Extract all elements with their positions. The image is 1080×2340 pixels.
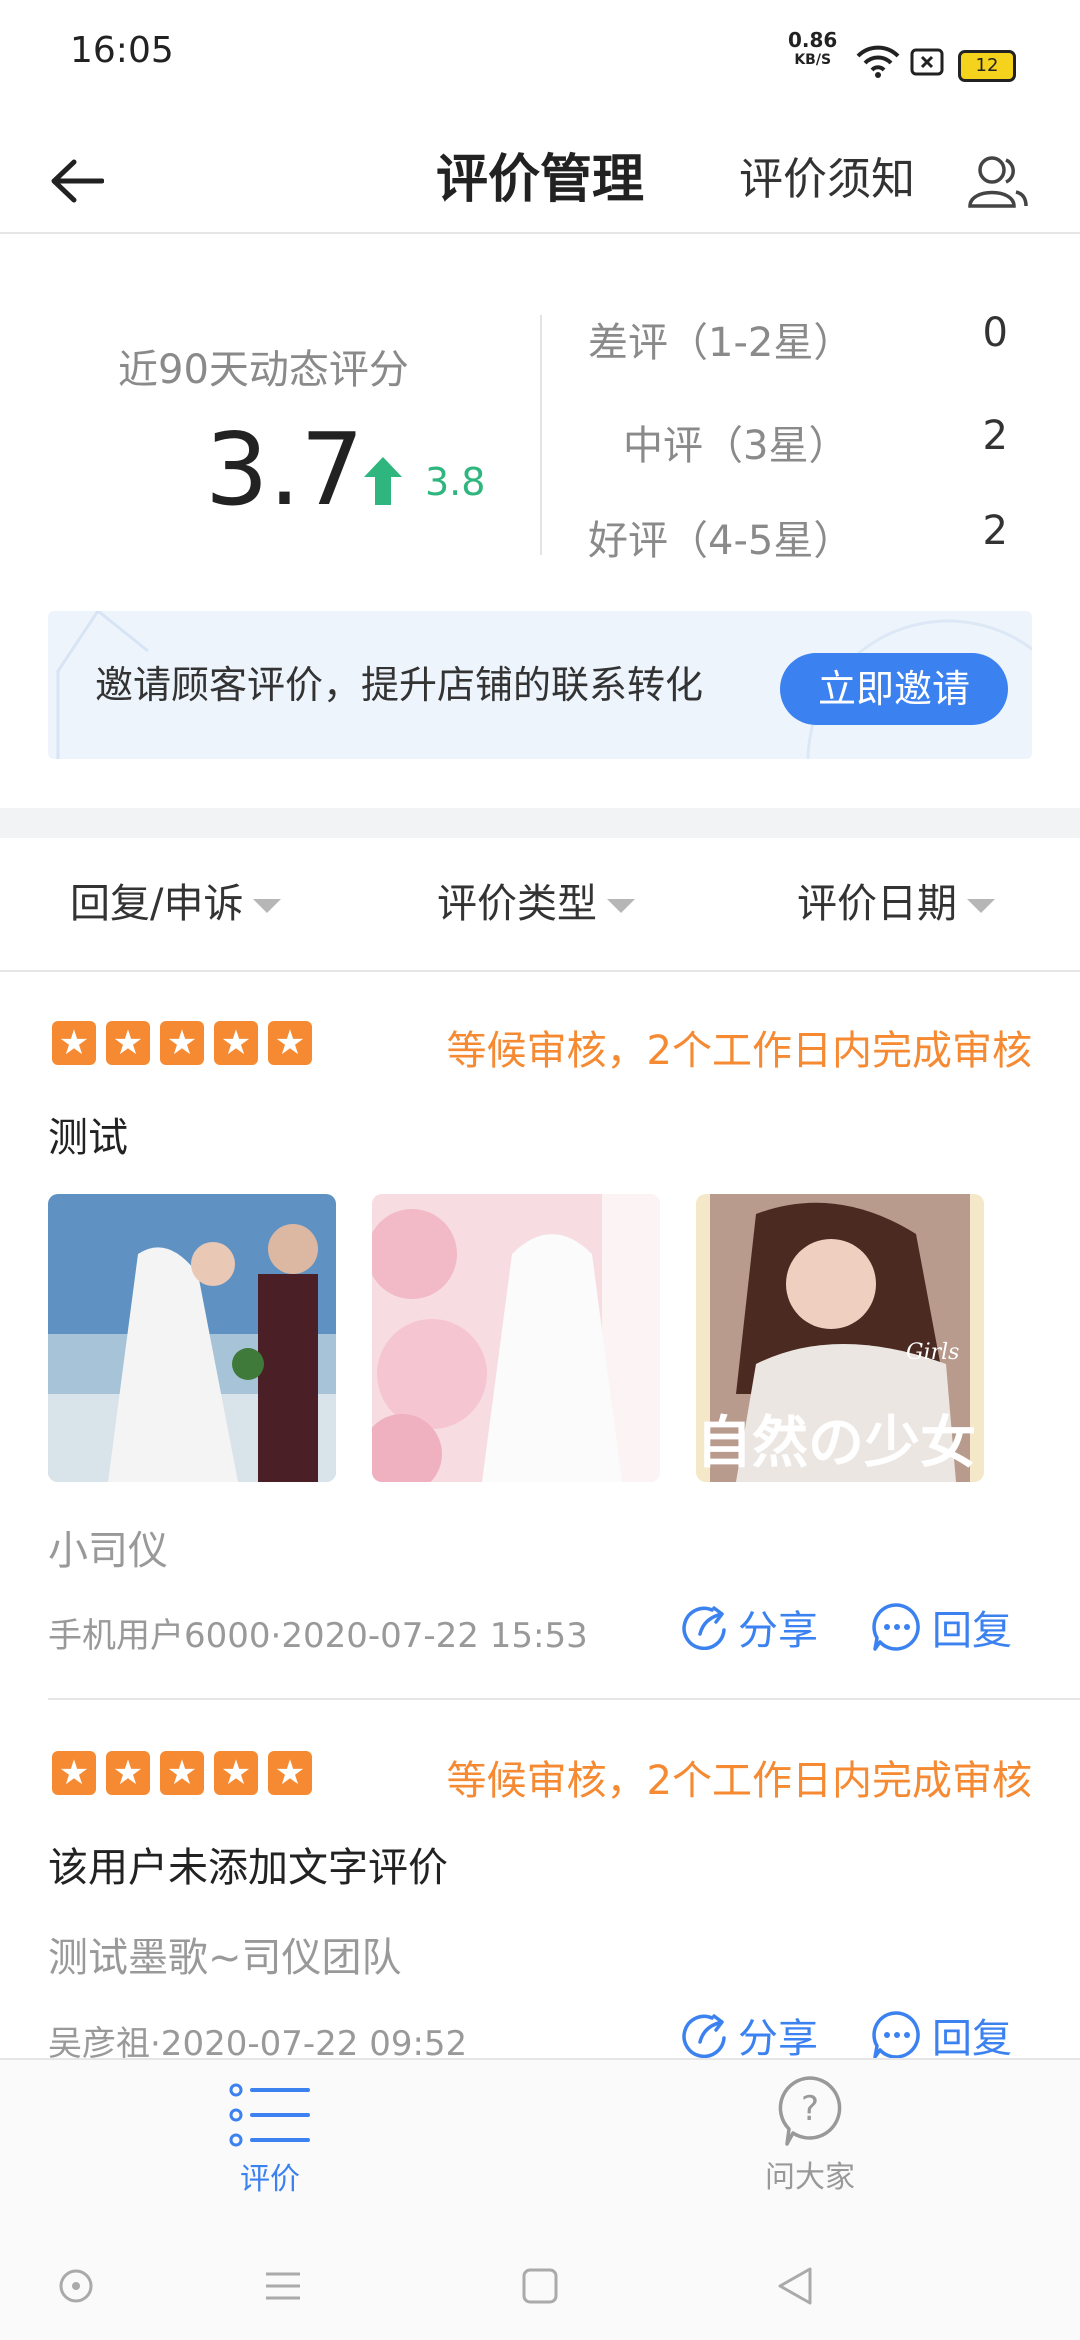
star-icon: ★: [268, 1751, 312, 1795]
battery-level: 12: [975, 55, 999, 76]
invite-banner: 邀请顾客评价，提升店铺的联系转化 立即邀请: [48, 611, 1032, 759]
wifi-icon: [856, 45, 900, 78]
review-meta: 手机用户6000·2020-07-22 15:53: [48, 1616, 588, 1656]
review-photo[interactable]: [48, 1194, 336, 1482]
rating-row-bad: 差评（1-2星） 0: [588, 310, 1008, 368]
share-icon: [682, 2014, 726, 2058]
star-icon: ★: [52, 1751, 96, 1795]
filter-reply-appeal[interactable]: 回复/申诉: [70, 838, 282, 970]
menu-icon[interactable]: [264, 2270, 302, 2302]
review-notice-link[interactable]: 评价须知: [739, 130, 915, 230]
caret-down-icon: [607, 899, 635, 913]
rating-count: 2: [982, 413, 1008, 459]
star-icon: ★: [214, 1751, 258, 1795]
review-store: 测试墨歌~司仪团队: [48, 1935, 402, 1981]
nav-item-ask-everyone[interactable]: ? 问大家: [710, 2060, 910, 2196]
review-photo[interactable]: Girls 自然の少女: [696, 1194, 984, 1482]
header: 评价管理 评价须知: [0, 130, 1080, 234]
rating-label: 中评（3星）: [623, 423, 849, 469]
section-gap: [0, 808, 1080, 838]
nav-item-reviews[interactable]: 评价: [170, 2060, 370, 2198]
reply-button[interactable]: 回复: [872, 2006, 1012, 2064]
review-store: 小司仪: [48, 1528, 168, 1574]
filter-label: 评价类型: [437, 881, 597, 927]
share-label: 分享: [738, 1608, 818, 1654]
score-label: 近90天动态评分: [118, 347, 409, 393]
assistant-icon[interactable]: [58, 2268, 94, 2304]
photo-overlay-text: 自然の少女: [696, 1410, 976, 1476]
filter-label: 评价日期: [797, 881, 957, 927]
star-icon: ★: [268, 1021, 312, 1065]
review-stars: ★ ★ ★ ★ ★: [52, 1021, 312, 1065]
bride-flowers-photo: [372, 1194, 660, 1482]
chat-bubble-icon: [872, 2011, 920, 2059]
filter-review-date[interactable]: 评价日期: [797, 838, 995, 970]
invite-now-button[interactable]: 立即邀请: [780, 653, 1008, 725]
star-icon: ★: [106, 1021, 150, 1065]
score-previous: 3.8: [425, 460, 486, 504]
filter-review-type[interactable]: 评价类型: [437, 838, 635, 970]
star-icon: ★: [106, 1751, 150, 1795]
nav-label: 评价: [240, 2162, 300, 2197]
review-stars: ★ ★ ★ ★ ★: [52, 1751, 312, 1795]
review-content: 测试: [48, 1115, 128, 1161]
banner-text: 邀请顾客评价，提升店铺的联系转化: [95, 663, 704, 707]
net-speed-unit: KB/S: [794, 52, 832, 68]
nav-label: 问大家: [765, 2160, 855, 2195]
wedding-beach-photo: [48, 1194, 336, 1482]
share-label: 分享: [738, 2016, 818, 2062]
bottom-nav: 评价 ? 问大家: [0, 2058, 1080, 2230]
users-icon[interactable]: [966, 154, 1030, 210]
rating-label: 好评（4-5星）: [588, 518, 854, 564]
battery-icon: 12: [958, 50, 1016, 82]
list-icon: [229, 2083, 310, 2147]
net-speed: 0.86 KB/S: [788, 30, 837, 70]
reply-label: 回复: [932, 1608, 1012, 1654]
caret-down-icon: [253, 899, 282, 913]
rating-label: 差评（1-2星）: [588, 320, 854, 366]
star-icon: ★: [160, 1021, 204, 1065]
star-icon: ★: [214, 1021, 258, 1065]
review-photo[interactable]: [372, 1194, 660, 1482]
question-icon: ?: [778, 2076, 842, 2146]
home-icon[interactable]: [522, 2268, 558, 2304]
rating-row-medium: 中评（3星） 2: [623, 413, 1008, 471]
status-bar: 16:05 0.86 KB/S 12: [0, 0, 1080, 130]
share-button[interactable]: 分享: [682, 2006, 818, 2064]
status-time: 16:05: [70, 30, 174, 71]
caret-down-icon: [967, 899, 995, 913]
score-divider: [540, 315, 542, 555]
sim-icon: [910, 48, 944, 76]
chat-bubble-icon: [872, 1603, 920, 1651]
score-value: 3.7: [205, 411, 365, 528]
review-content: 该用户未添加文字评价: [48, 1845, 448, 1891]
star-icon: ★: [52, 1021, 96, 1065]
trend-up-arrow-icon: [364, 457, 402, 505]
girl-portrait-photo: Girls 自然の少女: [696, 1194, 984, 1482]
filter-bar: 回复/申诉 评价类型 评价日期: [0, 838, 1080, 972]
page-title: 评价管理: [435, 150, 644, 210]
review-status: 等候审核，2个工作日内完成审核: [446, 1028, 1032, 1074]
rating-count: 0: [982, 310, 1008, 356]
share-icon: [682, 1606, 726, 1650]
filter-label: 回复/申诉: [70, 881, 244, 927]
back-icon[interactable]: [776, 2266, 814, 2306]
svg-text:?: ?: [801, 2089, 819, 2129]
share-button[interactable]: 分享: [682, 1598, 818, 1656]
system-nav-bar: [0, 2228, 1080, 2340]
rating-row-good: 好评（4-5星） 2: [588, 508, 1008, 566]
review-separator: [48, 1698, 1080, 1700]
net-speed-value: 0.86: [788, 28, 838, 52]
rating-count: 2: [982, 508, 1008, 554]
review-status: 等候审核，2个工作日内完成审核: [446, 1758, 1032, 1804]
photo-tag-text: Girls: [906, 1340, 959, 1365]
star-icon: ★: [160, 1751, 204, 1795]
reply-button[interactable]: 回复: [872, 1598, 1012, 1656]
reply-label: 回复: [932, 2016, 1012, 2062]
